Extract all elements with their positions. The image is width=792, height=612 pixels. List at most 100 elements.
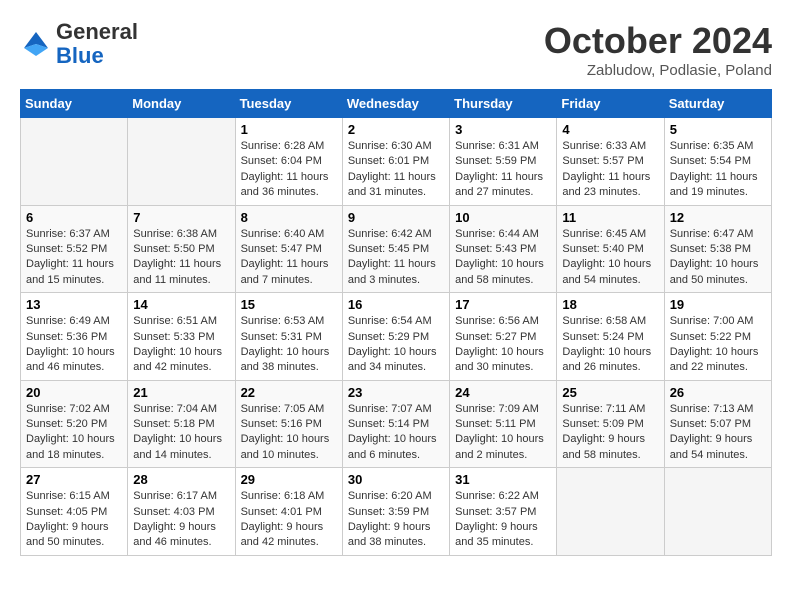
calendar-cell: 26Sunrise: 7:13 AMSunset: 5:07 PMDayligh… xyxy=(664,380,771,468)
weekday-header-row: SundayMondayTuesdayWednesdayThursdayFrid… xyxy=(21,90,772,118)
calendar-cell: 2Sunrise: 6:30 AMSunset: 6:01 PMDaylight… xyxy=(342,118,449,206)
calendar-cell xyxy=(21,118,128,206)
weekday-header-wednesday: Wednesday xyxy=(342,90,449,118)
page-header: General Blue October 2024 Zabludow, Podl… xyxy=(20,20,772,79)
calendar-cell: 7 Sunrise: 6:38 AMSunset: 5:50 PMDaylight… xyxy=(128,205,235,293)
logo-general-text: General xyxy=(56,19,138,44)
calendar-week-row: 1 Sunrise: 6:28 AMSunset: 6:04 PMDaylight… xyxy=(21,118,772,206)
calendar-cell xyxy=(557,468,664,556)
cell-content: Sunrise: 6:54 AMSunset: 5:29 PMDaylight:… xyxy=(348,314,444,376)
day-number: 10 xyxy=(455,210,551,225)
day-number: 31 xyxy=(455,472,551,487)
cell-content: Sunrise: 7:02 AMSunset: 5:20 PMDaylight:… xyxy=(26,402,122,464)
cell-content: Sunrise: 7:04 AMSunset: 5:18 PMDaylight:… xyxy=(133,402,229,464)
day-number: 7 xyxy=(133,210,229,225)
calendar-cell: 10 Sunrise: 6:44 AMSunset: 5:43 PMDayligh… xyxy=(450,205,557,293)
calendar-cell: 3 Sunrise: 6:31 AMSunset: 5:59 PMDaylight… xyxy=(450,118,557,206)
cell-content: Sunrise: 6:42 AMSunset: 5:45 PMDaylight:… xyxy=(348,227,444,289)
calendar-cell: 17 Sunrise: 6:56 AMSunset: 5:27 PMDayligh… xyxy=(450,293,557,381)
cell-content: Sunrise: 6:49 AMSunset: 5:36 PMDaylight:… xyxy=(26,314,122,376)
calendar-cell: 30 Sunrise: 6:20 AMSunset: 3:59 PMDayligh… xyxy=(342,468,449,556)
day-number: 11 xyxy=(562,210,658,225)
calendar-cell: 29 Sunrise: 6:18 AMSunset: 4:01 PMDayligh… xyxy=(235,468,342,556)
cell-content: Sunrise: 6:20 AMSunset: 3:59 PMDaylight:… xyxy=(348,489,444,551)
calendar-cell: 18Sunrise: 6:58 AMSunset: 5:24 PMDayligh… xyxy=(557,293,664,381)
calendar-cell: 25 Sunrise: 7:11 AMSunset: 5:09 PMDayligh… xyxy=(557,380,664,468)
day-number: 23 xyxy=(348,385,444,400)
cell-content: Sunrise: 7:00 AMSunset: 5:22 PMDaylight:… xyxy=(670,314,766,376)
cell-content: Sunrise: 6:47 AMSunset: 5:38 PMDaylight:… xyxy=(670,227,766,289)
calendar-cell: 4Sunrise: 6:33 AMSunset: 5:57 PMDaylight… xyxy=(557,118,664,206)
calendar-cell: 13Sunrise: 6:49 AMSunset: 5:36 PMDayligh… xyxy=(21,293,128,381)
calendar-cell: 23 Sunrise: 7:07 AMSunset: 5:14 PMDayligh… xyxy=(342,380,449,468)
day-number: 30 xyxy=(348,472,444,487)
day-number: 14 xyxy=(133,297,229,312)
day-number: 29 xyxy=(241,472,337,487)
calendar-cell: 16 Sunrise: 6:54 AMSunset: 5:29 PMDayligh… xyxy=(342,293,449,381)
day-number: 16 xyxy=(348,297,444,312)
cell-content: Sunrise: 6:40 AMSunset: 5:47 PMDaylight:… xyxy=(241,227,337,289)
calendar-week-row: 6 Sunrise: 6:37 AMSunset: 5:52 PMDaylight… xyxy=(21,205,772,293)
calendar-cell: 6 Sunrise: 6:37 AMSunset: 5:52 PMDaylight… xyxy=(21,205,128,293)
calendar-cell xyxy=(128,118,235,206)
day-number: 25 xyxy=(562,385,658,400)
weekday-header-sunday: Sunday xyxy=(21,90,128,118)
weekday-header-thursday: Thursday xyxy=(450,90,557,118)
calendar-cell: 8 Sunrise: 6:40 AMSunset: 5:47 PMDaylight… xyxy=(235,205,342,293)
day-number: 15 xyxy=(241,297,337,312)
day-number: 22 xyxy=(241,385,337,400)
cell-content: Sunrise: 6:44 AMSunset: 5:43 PMDaylight:… xyxy=(455,227,551,289)
calendar-cell: 15 Sunrise: 6:53 AMSunset: 5:31 PMDayligh… xyxy=(235,293,342,381)
cell-content: Sunrise: 6:30 AMSunset: 6:01 PMDaylight:… xyxy=(348,139,444,201)
day-number: 19 xyxy=(670,297,766,312)
calendar-cell: 24Sunrise: 7:09 AMSunset: 5:11 PMDayligh… xyxy=(450,380,557,468)
calendar-cell: 27 Sunrise: 6:15 AMSunset: 4:05 PMDayligh… xyxy=(21,468,128,556)
calendar-cell: 21Sunrise: 7:04 AMSunset: 5:18 PMDayligh… xyxy=(128,380,235,468)
location: Zabludow, Podlasie, Poland xyxy=(544,62,772,79)
cell-content: Sunrise: 7:07 AMSunset: 5:14 PMDaylight:… xyxy=(348,402,444,464)
day-number: 4 xyxy=(562,122,658,137)
calendar-week-row: 27 Sunrise: 6:15 AMSunset: 4:05 PMDayligh… xyxy=(21,468,772,556)
cell-content: Sunrise: 6:38 AMSunset: 5:50 PMDaylight:… xyxy=(133,227,229,289)
day-number: 12 xyxy=(670,210,766,225)
day-number: 5 xyxy=(670,122,766,137)
cell-content: Sunrise: 6:56 AMSunset: 5:27 PMDaylight:… xyxy=(455,314,551,376)
logo-blue-text: Blue xyxy=(56,43,104,68)
cell-content: Sunrise: 6:28 AMSunset: 6:04 PMDaylight:… xyxy=(241,139,337,201)
calendar-week-row: 20 Sunrise: 7:02 AMSunset: 5:20 PMDayligh… xyxy=(21,380,772,468)
cell-content: Sunrise: 6:45 AMSunset: 5:40 PMDaylight:… xyxy=(562,227,658,289)
cell-content: Sunrise: 7:05 AMSunset: 5:16 PMDaylight:… xyxy=(241,402,337,464)
day-number: 3 xyxy=(455,122,551,137)
calendar-cell: 12 Sunrise: 6:47 AMSunset: 5:38 PMDayligh… xyxy=(664,205,771,293)
calendar-cell: 11 Sunrise: 6:45 AMSunset: 5:40 PMDayligh… xyxy=(557,205,664,293)
calendar-week-row: 13Sunrise: 6:49 AMSunset: 5:36 PMDayligh… xyxy=(21,293,772,381)
calendar-cell: 28 Sunrise: 6:17 AMSunset: 4:03 PMDayligh… xyxy=(128,468,235,556)
cell-content: Sunrise: 6:17 AMSunset: 4:03 PMDaylight:… xyxy=(133,489,229,551)
weekday-header-friday: Friday xyxy=(557,90,664,118)
calendar-cell: 1 Sunrise: 6:28 AMSunset: 6:04 PMDaylight… xyxy=(235,118,342,206)
cell-content: Sunrise: 7:11 AMSunset: 5:09 PMDaylight:… xyxy=(562,402,658,464)
cell-content: Sunrise: 6:15 AMSunset: 4:05 PMDaylight:… xyxy=(26,489,122,551)
day-number: 1 xyxy=(241,122,337,137)
calendar-cell: 20 Sunrise: 7:02 AMSunset: 5:20 PMDayligh… xyxy=(21,380,128,468)
weekday-header-tuesday: Tuesday xyxy=(235,90,342,118)
calendar-cell xyxy=(664,468,771,556)
day-number: 8 xyxy=(241,210,337,225)
calendar-cell: 19 Sunrise: 7:00 AMSunset: 5:22 PMDayligh… xyxy=(664,293,771,381)
day-number: 17 xyxy=(455,297,551,312)
day-number: 20 xyxy=(26,385,122,400)
cell-content: Sunrise: 6:18 AMSunset: 4:01 PMDaylight:… xyxy=(241,489,337,551)
logo: General Blue xyxy=(20,20,138,68)
day-number: 27 xyxy=(26,472,122,487)
cell-content: Sunrise: 6:53 AMSunset: 5:31 PMDaylight:… xyxy=(241,314,337,376)
calendar-cell: 9 Sunrise: 6:42 AMSunset: 5:45 PMDaylight… xyxy=(342,205,449,293)
day-number: 6 xyxy=(26,210,122,225)
day-number: 28 xyxy=(133,472,229,487)
day-number: 26 xyxy=(670,385,766,400)
cell-content: Sunrise: 6:37 AMSunset: 5:52 PMDaylight:… xyxy=(26,227,122,289)
title-section: October 2024 Zabludow, Podlasie, Poland xyxy=(544,20,772,79)
calendar-cell: 5Sunrise: 6:35 AMSunset: 5:54 PMDaylight… xyxy=(664,118,771,206)
cell-content: Sunrise: 6:31 AMSunset: 5:59 PMDaylight:… xyxy=(455,139,551,201)
day-number: 9 xyxy=(348,210,444,225)
cell-content: Sunrise: 6:51 AMSunset: 5:33 PMDaylight:… xyxy=(133,314,229,376)
